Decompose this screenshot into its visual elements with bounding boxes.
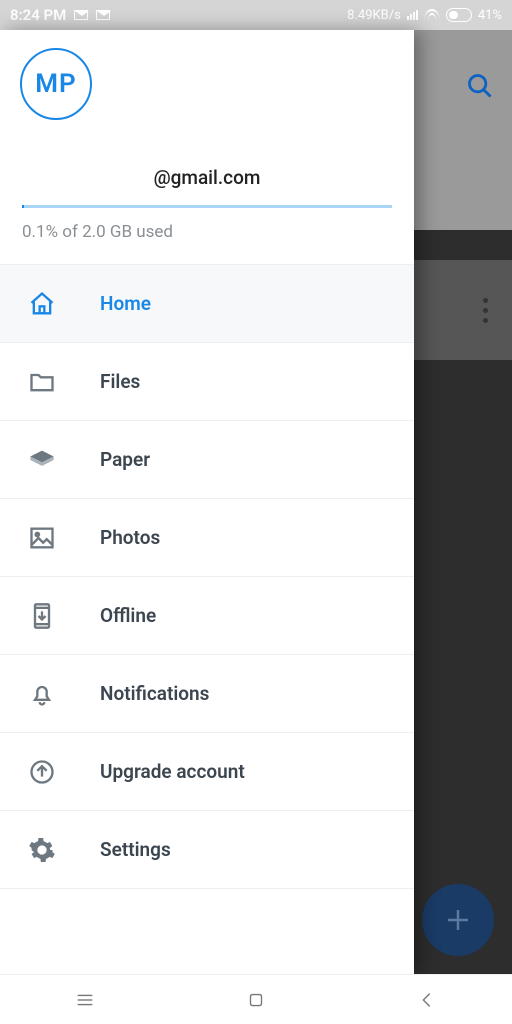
- menu-item-settings[interactable]: Settings: [0, 811, 414, 889]
- nav-recent-button[interactable]: [73, 988, 97, 1012]
- fab-add-button[interactable]: [422, 884, 494, 956]
- menu-item-offline[interactable]: Offline: [0, 577, 414, 655]
- menu-item-photos[interactable]: Photos: [0, 499, 414, 577]
- status-net-speed: 8.49KB/s: [347, 8, 401, 23]
- status-time: 8:24 PM: [10, 6, 66, 24]
- android-nav-bar: [0, 974, 512, 1024]
- avatar-initials: MP: [35, 69, 76, 99]
- mail-icon: [74, 10, 88, 20]
- drawer-menu: Home Files Paper: [0, 264, 414, 889]
- storage-progress: [22, 205, 392, 208]
- mail-icon: [96, 10, 110, 20]
- upgrade-icon: [28, 758, 56, 786]
- offline-icon: [28, 602, 56, 630]
- bell-icon: [28, 680, 56, 708]
- drawer-header: MP @gmail.com 0.1% of 2.0 GB used: [0, 30, 414, 264]
- menu-item-upgrade[interactable]: Upgrade account: [0, 733, 414, 811]
- menu-label: Photos: [100, 526, 160, 549]
- menu-label: Notifications: [100, 682, 209, 705]
- battery-icon: [446, 8, 472, 22]
- menu-item-paper[interactable]: Paper: [0, 421, 414, 499]
- gear-icon: [28, 836, 56, 864]
- menu-label: Settings: [100, 838, 171, 861]
- status-bar: 8:24 PM 8.49KB/s 41%: [0, 0, 512, 30]
- signal-icon: [407, 10, 418, 20]
- menu-label: Files: [100, 370, 140, 393]
- wifi-icon: [424, 9, 440, 21]
- nav-back-button[interactable]: [415, 988, 439, 1012]
- menu-label: Upgrade account: [100, 760, 245, 783]
- nav-drawer: MP @gmail.com 0.1% of 2.0 GB used Home: [0, 30, 414, 974]
- photos-icon: [28, 524, 56, 552]
- search-icon[interactable]: [466, 72, 494, 104]
- menu-item-home[interactable]: Home: [0, 265, 414, 343]
- menu-label: Paper: [100, 448, 150, 471]
- overflow-menu-icon[interactable]: [483, 298, 488, 323]
- menu-label: Home: [100, 292, 151, 315]
- account-email[interactable]: @gmail.com: [20, 166, 394, 189]
- menu-label: Offline: [100, 604, 156, 627]
- status-battery: 41%: [478, 8, 502, 23]
- menu-item-notifications[interactable]: Notifications: [0, 655, 414, 733]
- menu-item-files[interactable]: Files: [0, 343, 414, 421]
- home-icon: [28, 290, 56, 318]
- folder-icon: [28, 368, 56, 396]
- nav-home-button[interactable]: [244, 988, 268, 1012]
- storage-usage-text: 0.1% of 2.0 GB used: [22, 222, 392, 242]
- paper-icon: [28, 446, 56, 474]
- avatar[interactable]: MP: [20, 48, 92, 120]
